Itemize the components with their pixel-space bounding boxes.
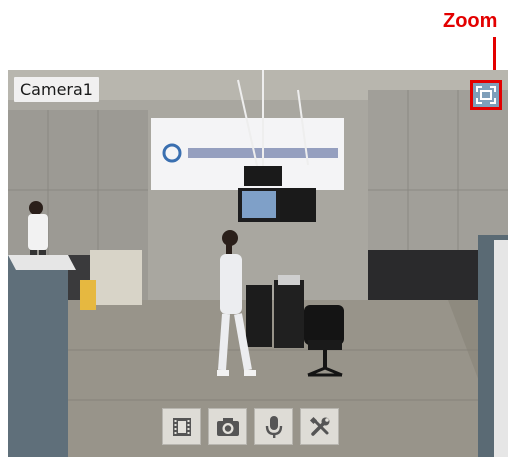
camera-viewer[interactable]: Camera1 xyxy=(8,70,508,457)
camera-feed-image xyxy=(8,70,508,457)
record-video-button[interactable] xyxy=(162,408,201,445)
zoom-frame-icon xyxy=(476,86,496,104)
snapshot-button[interactable] xyxy=(208,408,247,445)
zoom-button[interactable] xyxy=(470,80,502,110)
settings-button[interactable] xyxy=(300,408,339,445)
camera-name-label: Camera1 xyxy=(14,77,99,102)
camera-toolbar xyxy=(162,408,339,445)
tools-icon xyxy=(309,416,329,436)
microphone-button[interactable] xyxy=(254,408,293,445)
camera-icon xyxy=(216,417,239,436)
microphone-icon xyxy=(265,415,282,438)
zoom-callout-label: Zoom xyxy=(443,10,498,32)
film-icon xyxy=(172,417,191,436)
